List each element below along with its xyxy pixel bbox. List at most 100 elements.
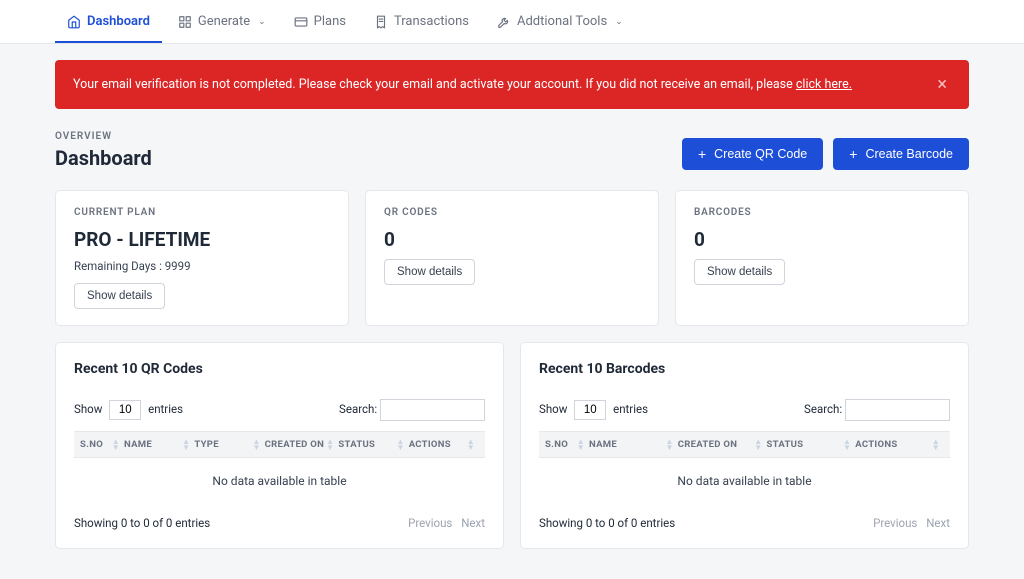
col-label: S.NO [545,439,568,450]
entries-selector: Show entries [539,400,648,420]
chevron-down-icon: ⌄ [615,17,623,27]
summary-cards: CURRENT PLAN PRO - LIFETIME Remaining Da… [55,190,969,326]
nav-item-addtional-tools[interactable]: Addtional Tools ⌄ [485,0,635,43]
table-header: S.NO▲▼NAME▲▼CREATED ON▲▼STATUS▲▼ACTIONS▲… [539,431,950,458]
recent-barcode-table: Recent 10 Barcodes Show entries Search: … [520,342,969,549]
chevron-down-icon: ⌄ [258,17,266,27]
top-nav: Dashboard Generate⌄Plans Transactions Addti… [0,0,1024,44]
col-label: S.NO [80,439,103,450]
table-info: Showing 0 to 0 of 0 entries [539,516,675,530]
next-button[interactable]: Next [461,516,485,530]
col-label: CREATED ON [265,439,324,450]
col-label: TYPE [194,439,219,450]
nav-label: Addtional Tools [517,14,607,29]
receipt-icon [374,15,388,29]
column-name[interactable]: NAME ▲▼ [589,439,678,450]
qr-count: 0 [384,228,640,251]
alert-resend-link[interactable]: click here. [796,77,852,92]
plan-name: PRO - LIFETIME [74,228,330,251]
col-label: ACTIONS [409,439,451,450]
column-type[interactable]: TYPE ▲▼ [194,439,264,450]
show-details-button[interactable]: Show details [74,283,165,309]
overview-label: OVERVIEW [55,131,152,142]
prev-button[interactable]: Previous [873,516,917,530]
show-details-button[interactable]: Show details [384,259,475,285]
col-label: NAME [124,439,152,450]
column-created-on[interactable]: CREATED ON▲▼ [265,439,339,450]
search-input[interactable] [380,399,485,421]
card-label: QR CODES [384,207,640,218]
entries-selector: Show entries [74,400,183,420]
sort-icon: ▲▼ [112,439,120,450]
sort-icon: ▲▼ [252,439,260,450]
nav-label: Transactions [394,14,469,29]
column-status[interactable]: STATUS▲▼ [338,439,408,450]
alert-text: Your email verification is not completed… [73,77,852,92]
remaining-days: Remaining Days : 9999 [74,259,330,273]
create-qr-label: Create QR Code [714,147,807,161]
column-actions[interactable]: ACTIONS ▲▼ [409,439,479,450]
nav-item-dashboard[interactable]: Dashboard [55,0,162,43]
verification-alert: Your email verification is not completed… [55,60,969,109]
column-actions[interactable]: ACTIONS▲▼ [855,439,944,450]
create-qr-button[interactable]: + Create QR Code [682,138,823,170]
sort-icon: ▲▼ [843,439,851,450]
sort-icon: ▲▼ [467,439,475,450]
entries-input[interactable] [109,400,141,420]
alert-message: Your email verification is not completed… [73,77,796,92]
create-barcode-button[interactable]: + Create Barcode [833,138,969,170]
qr-codes-card: QR CODES 0 Show details [365,190,659,326]
page-header: OVERVIEW Dashboard + Create QR Code + Crea… [55,131,969,170]
table-info: Showing 0 to 0 of 0 entries [74,516,210,530]
create-barcode-label: Create Barcode [865,147,953,161]
column-name[interactable]: NAME ▲▼ [124,439,194,450]
nav-item-generate[interactable]: Generate⌄ [166,0,278,43]
search-wrap: Search: [339,399,485,421]
home-icon [67,15,81,29]
search-input[interactable] [845,399,950,421]
col-label: STATUS [338,439,375,450]
plus-icon: + [698,147,706,161]
show-label: Show [74,402,102,416]
column-s-no[interactable]: S.NO ▲▼ [80,439,124,450]
no-data-message: No data available in table [539,458,950,504]
tools-icon [497,15,511,29]
sort-icon: ▲▼ [932,439,940,450]
col-label: CREATED ON [678,439,737,450]
barcode-count: 0 [694,228,950,251]
next-button[interactable]: Next [926,516,950,530]
column-created-on[interactable]: CREATED ON ▲▼ [678,439,767,450]
card-label: CURRENT PLAN [74,207,330,218]
recent-qr-table: Recent 10 QR Codes Show entries Search: … [55,342,504,549]
close-icon[interactable]: × [933,74,951,95]
nav-item-plans[interactable]: Plans [282,0,358,43]
entries-input[interactable] [574,400,606,420]
col-label: STATUS [767,439,804,450]
entries-label: entries [613,402,648,416]
sort-icon: ▲▼ [754,439,762,450]
table-title: Recent 10 Barcodes [539,361,950,377]
barcodes-card: BARCODES 0 Show details [675,190,969,326]
page-title: Dashboard [55,146,152,170]
show-details-button[interactable]: Show details [694,259,785,285]
table-header: S.NO▲▼NAME▲▼TYPE▲▼CREATED ON▲▼STATUS▲▼AC… [74,431,485,458]
sort-icon: ▲▼ [182,439,190,450]
prev-button[interactable]: Previous [408,516,452,530]
show-label: Show [539,402,567,416]
nav-item-transactions[interactable]: Transactions [362,0,481,43]
col-label: NAME [589,439,617,450]
card-icon [294,15,308,29]
plus-icon: + [849,147,857,161]
table-title: Recent 10 QR Codes [74,361,485,377]
search-label: Search: [339,402,377,416]
sort-icon: ▲▼ [577,439,585,450]
column-s-no[interactable]: S.NO ▲▼ [545,439,589,450]
column-status[interactable]: STATUS ▲▼ [767,439,856,450]
sort-icon: ▲▼ [326,439,334,450]
nav-label: Dashboard [87,14,150,29]
card-label: BARCODES [694,207,950,218]
sort-icon: ▲▼ [666,439,674,450]
entries-label: entries [148,402,183,416]
grid-icon [178,15,192,29]
pagination: Previous Next [867,516,950,530]
